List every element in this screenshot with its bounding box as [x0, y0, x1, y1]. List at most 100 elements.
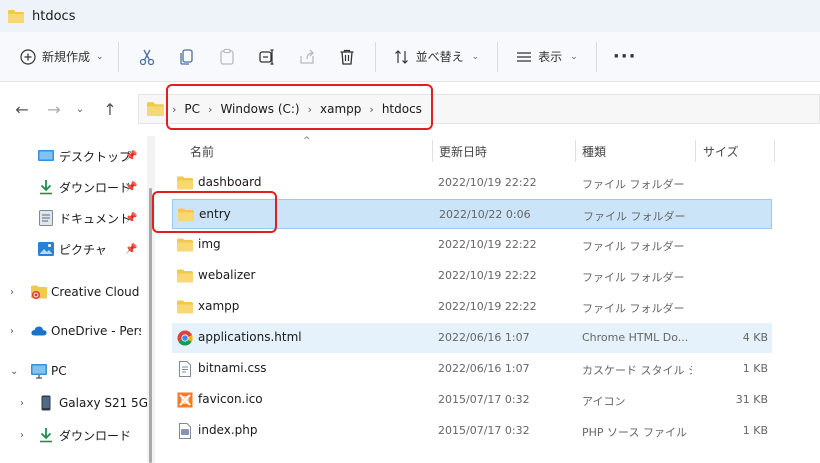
- file-type: カスケード スタイル シ...: [582, 364, 692, 377]
- column-divider[interactable]: [695, 140, 696, 162]
- title-bar: htdocs: [0, 0, 820, 32]
- table-row[interactable]: bitnami.css 2022/06/16 1:07 カスケード スタイル シ…: [172, 354, 772, 384]
- chevron-right-icon[interactable]: ›: [10, 326, 14, 337]
- sidebar-item-documents[interactable]: ドキュメント 📌: [0, 203, 147, 233]
- sort-button[interactable]: 並べ替え ⌄: [384, 39, 490, 75]
- more-options-button[interactable]: ···: [605, 39, 645, 75]
- sidebar-item-pc-downloads[interactable]: › ダウンロード: [0, 420, 147, 450]
- file-date: 2022/06/16 1:07: [438, 362, 530, 375]
- chevron-right-icon[interactable]: ›: [20, 398, 24, 409]
- file-name: bitnami.css: [198, 361, 267, 375]
- file-size: 1 KB: [742, 362, 768, 375]
- file-name: index.php: [198, 423, 258, 437]
- phone-icon: [38, 395, 54, 411]
- sidebar-item-label: PC: [51, 364, 67, 378]
- table-row[interactable]: xampp 2022/10/19 22:22 ファイル フォルダー: [172, 292, 772, 322]
- file-name: webalizer: [198, 268, 256, 282]
- sidebar-item-galaxy-s21[interactable]: › Galaxy S21 5G: [0, 388, 148, 418]
- up-arrow-icon[interactable]: ↑: [94, 93, 126, 125]
- css-file-icon: [179, 361, 191, 377]
- sort-button-label: 並べ替え: [415, 50, 464, 64]
- pin-icon: 📌: [125, 150, 138, 162]
- download-icon: [38, 427, 54, 443]
- pin-icon: 📌: [125, 181, 138, 193]
- php-file-icon: [179, 423, 191, 439]
- onedrive-icon: [31, 323, 47, 339]
- file-name: xampp: [198, 299, 240, 313]
- copy-button[interactable]: [167, 39, 207, 75]
- chevron-down-icon: ⌄: [96, 51, 104, 62]
- new-button[interactable]: 新規作成 ⌄: [14, 39, 110, 75]
- folder-icon: [177, 300, 193, 314]
- sidebar-item-onedrive[interactable]: › OneDrive - Perso: [0, 316, 147, 346]
- sidebar-item-pictures[interactable]: ピクチャ 📌: [0, 234, 147, 264]
- file-type: ファイル フォルダー: [583, 210, 686, 223]
- file-type: ファイル フォルダー: [582, 178, 685, 191]
- sidebar-item-desktop[interactable]: デスクトップ 📌: [0, 141, 147, 171]
- navigation-pane: デスクトップ 📌 ダウンロード 📌 ドキュメント 📌 ピクチャ 📌 › Crea…: [0, 136, 148, 463]
- column-divider[interactable]: [432, 140, 433, 162]
- chevron-right-icon[interactable]: ›: [10, 287, 14, 298]
- back-arrow-icon[interactable]: ←: [6, 93, 38, 125]
- toolbar-divider: [595, 41, 597, 72]
- share-icon: [299, 49, 314, 64]
- delete-button[interactable]: [327, 39, 367, 75]
- creative-cloud-icon: [31, 284, 47, 300]
- file-size: 1 KB: [742, 424, 768, 437]
- share-button[interactable]: [287, 39, 327, 75]
- pc-icon: [31, 363, 47, 379]
- pin-icon: 📌: [125, 243, 138, 255]
- sort-ascending-caret-icon: ^: [303, 136, 311, 146]
- file-date: 2022/10/19 22:22: [438, 238, 537, 251]
- sidebar-item-downloads[interactable]: ダウンロード 📌: [0, 172, 147, 202]
- view-list-icon: [517, 51, 532, 62]
- column-header-size[interactable]: サイズ: [703, 136, 739, 166]
- chevron-right-icon[interactable]: ›: [20, 430, 24, 441]
- toolbar-divider: [117, 41, 119, 72]
- pin-icon: 📌: [125, 212, 138, 224]
- toolbar-divider: [374, 41, 376, 72]
- file-date: 2022/10/22 0:06: [439, 208, 531, 221]
- column-header-date[interactable]: 更新日時: [439, 136, 487, 166]
- plus-circle-icon: [20, 48, 36, 65]
- column-header-name[interactable]: 名前: [190, 136, 214, 166]
- file-type: Chrome HTML Do...: [582, 331, 689, 344]
- rename-icon: [258, 48, 274, 65]
- sidebar-item-label: ダウンロード: [59, 180, 132, 195]
- table-row-hovered[interactable]: applications.html 2022/06/16 1:07 Chrome…: [172, 323, 772, 353]
- file-type: PHP ソース ファイル: [582, 426, 687, 439]
- cut-button[interactable]: [127, 39, 167, 75]
- folder-icon: [147, 102, 164, 116]
- ico-file-icon: [177, 392, 193, 408]
- column-divider[interactable]: [575, 140, 576, 162]
- chevron-down-icon[interactable]: ⌄: [10, 366, 18, 377]
- column-divider[interactable]: [774, 140, 775, 162]
- sidebar-item-label: ドキュメント: [59, 211, 132, 226]
- desktop-icon: [38, 148, 54, 164]
- paste-button[interactable]: [207, 39, 247, 75]
- view-button[interactable]: 表示 ⌄: [506, 39, 588, 75]
- clipboard-icon: [219, 48, 234, 65]
- recent-locations-chevron-icon[interactable]: ⌄: [70, 93, 90, 125]
- sidebar-item-creative-cloud[interactable]: › Creative Cloud Fi: [0, 277, 147, 307]
- view-button-label: 表示: [538, 50, 563, 64]
- file-name: dashboard: [198, 175, 262, 189]
- forward-arrow-icon[interactable]: →: [38, 93, 70, 125]
- table-row[interactable]: index.php 2015/07/17 0:32 PHP ソース ファイル 1…: [172, 416, 772, 446]
- sidebar-item-pc[interactable]: ⌄ PC: [0, 356, 147, 386]
- navigation-pane-scrollbar[interactable]: [147, 136, 155, 463]
- table-row[interactable]: favicon.ico 2015/07/17 0:32 アイコン 31 KB: [172, 385, 772, 415]
- sidebar-item-label: Galaxy S21 5G: [59, 396, 148, 410]
- sidebar-item-label: OneDrive - Perso: [51, 324, 141, 338]
- table-row[interactable]: webalizer 2022/10/19 22:22 ファイル フォルダー: [172, 261, 772, 291]
- column-header-type[interactable]: 種類: [582, 136, 606, 166]
- file-name: img: [198, 237, 221, 251]
- file-type: ファイル フォルダー: [582, 302, 685, 315]
- chevron-down-icon: ⌄: [570, 51, 578, 62]
- table-row[interactable]: img 2022/10/19 22:22 ファイル フォルダー: [172, 230, 772, 260]
- chrome-html-icon: [177, 330, 193, 346]
- toolbar-divider: [497, 41, 499, 72]
- rename-button[interactable]: [247, 39, 287, 75]
- file-type: ファイル フォルダー: [582, 240, 685, 253]
- file-type: アイコン: [582, 395, 626, 408]
